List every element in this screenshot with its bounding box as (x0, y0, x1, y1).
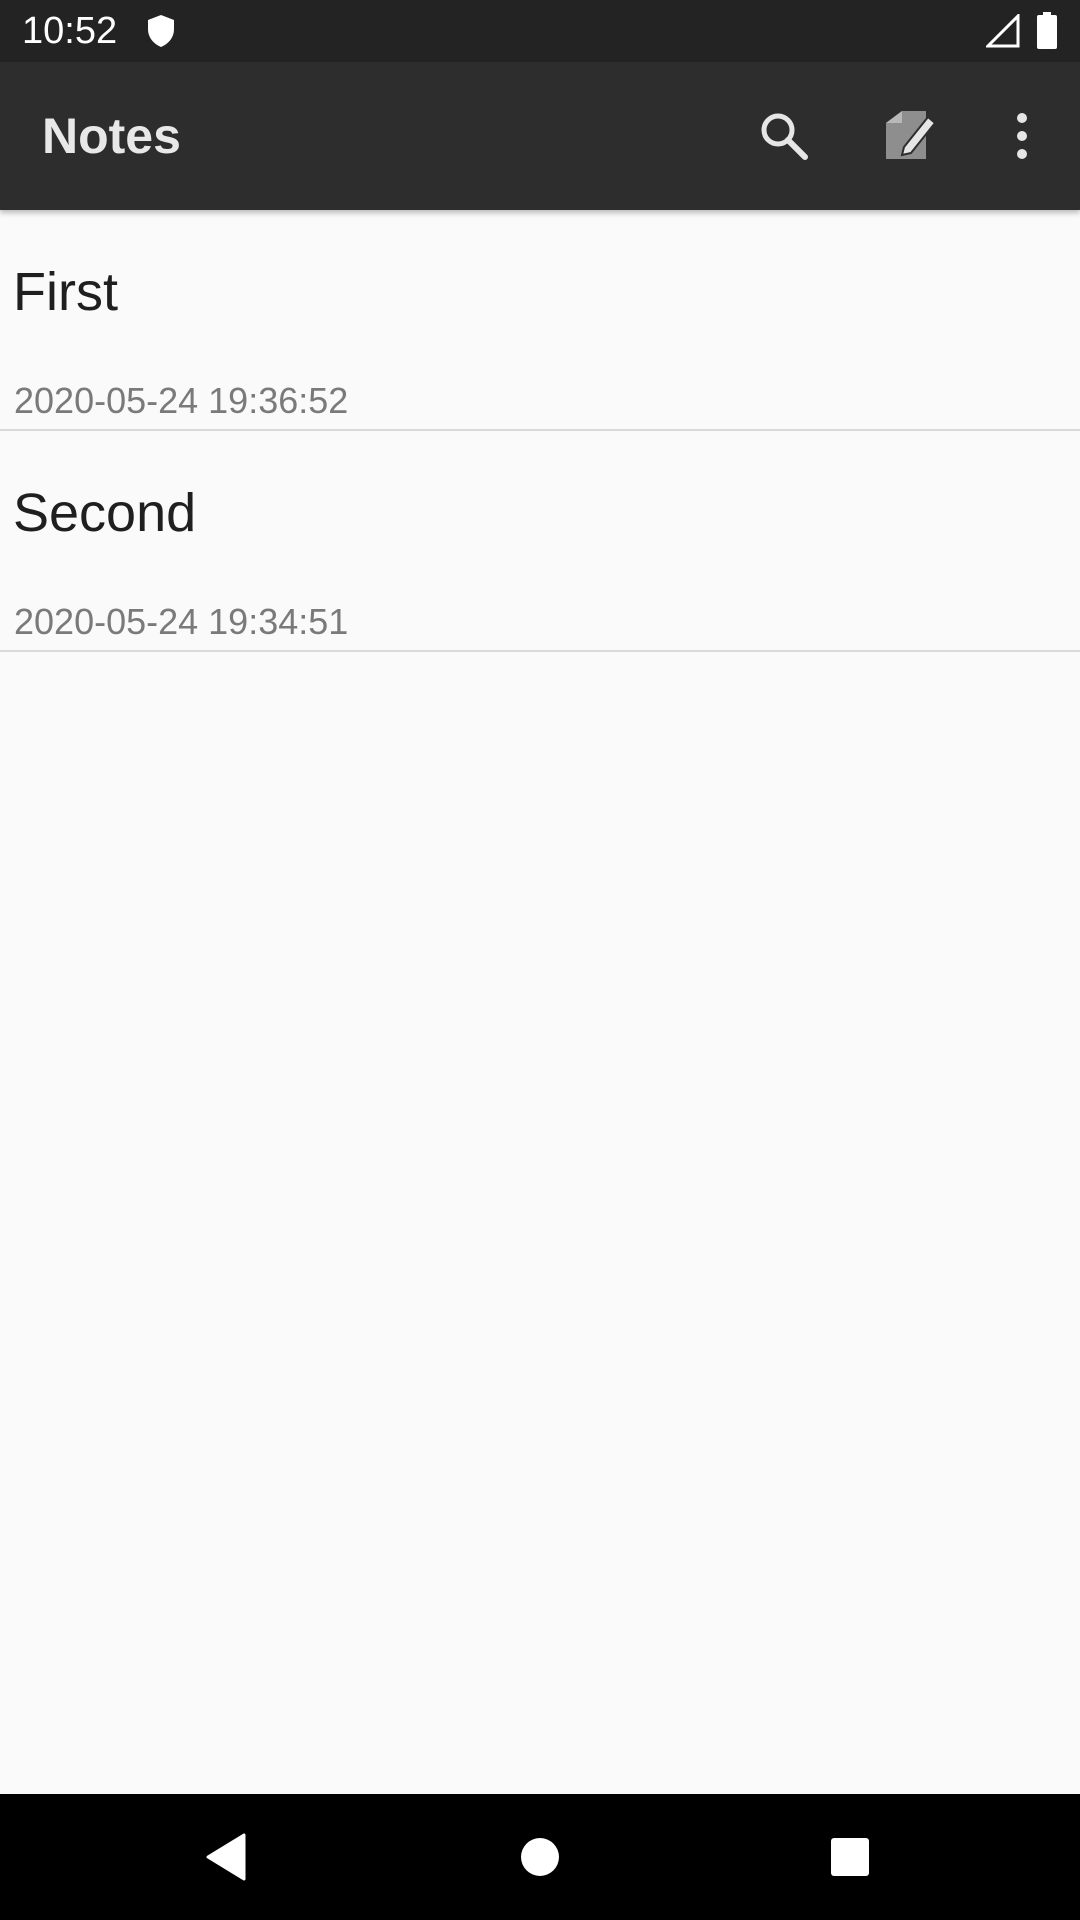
home-icon (521, 1838, 559, 1876)
back-button[interactable] (186, 1817, 266, 1897)
more-vert-icon (1017, 113, 1027, 159)
status-time: 10:52 (22, 10, 118, 52)
signal-icon (986, 14, 1020, 48)
recents-button[interactable] (810, 1817, 890, 1897)
new-note-button[interactable] (874, 100, 946, 172)
search-icon (761, 113, 808, 160)
more-options-button[interactable] (986, 100, 1058, 172)
note-title: Second (13, 483, 197, 543)
home-button[interactable] (500, 1817, 580, 1897)
notes-screen: 10:52 Notes First 2020-05-24 19:36:52 Se… (0, 0, 1080, 1920)
status-bar: 10:52 (0, 0, 1080, 62)
note-list: First 2020-05-24 19:36:52 Second 2020-05… (0, 210, 1080, 652)
note-date: 2020-05-24 19:36:52 (14, 380, 349, 421)
app-bar: Notes (0, 62, 1080, 210)
page-title: Notes (42, 108, 181, 164)
note-title: First (13, 262, 118, 322)
back-icon (206, 1833, 246, 1881)
search-button[interactable] (748, 100, 820, 172)
note-item-first[interactable]: First 2020-05-24 19:36:52 (0, 210, 1080, 431)
navigation-bar (0, 1794, 1080, 1920)
shield-icon (148, 15, 174, 47)
new-note-icon (886, 111, 937, 159)
recents-icon (831, 1838, 869, 1876)
note-item-second[interactable]: Second 2020-05-24 19:34:51 (0, 431, 1080, 652)
note-date: 2020-05-24 19:34:51 (14, 601, 349, 642)
battery-icon (1037, 12, 1057, 49)
